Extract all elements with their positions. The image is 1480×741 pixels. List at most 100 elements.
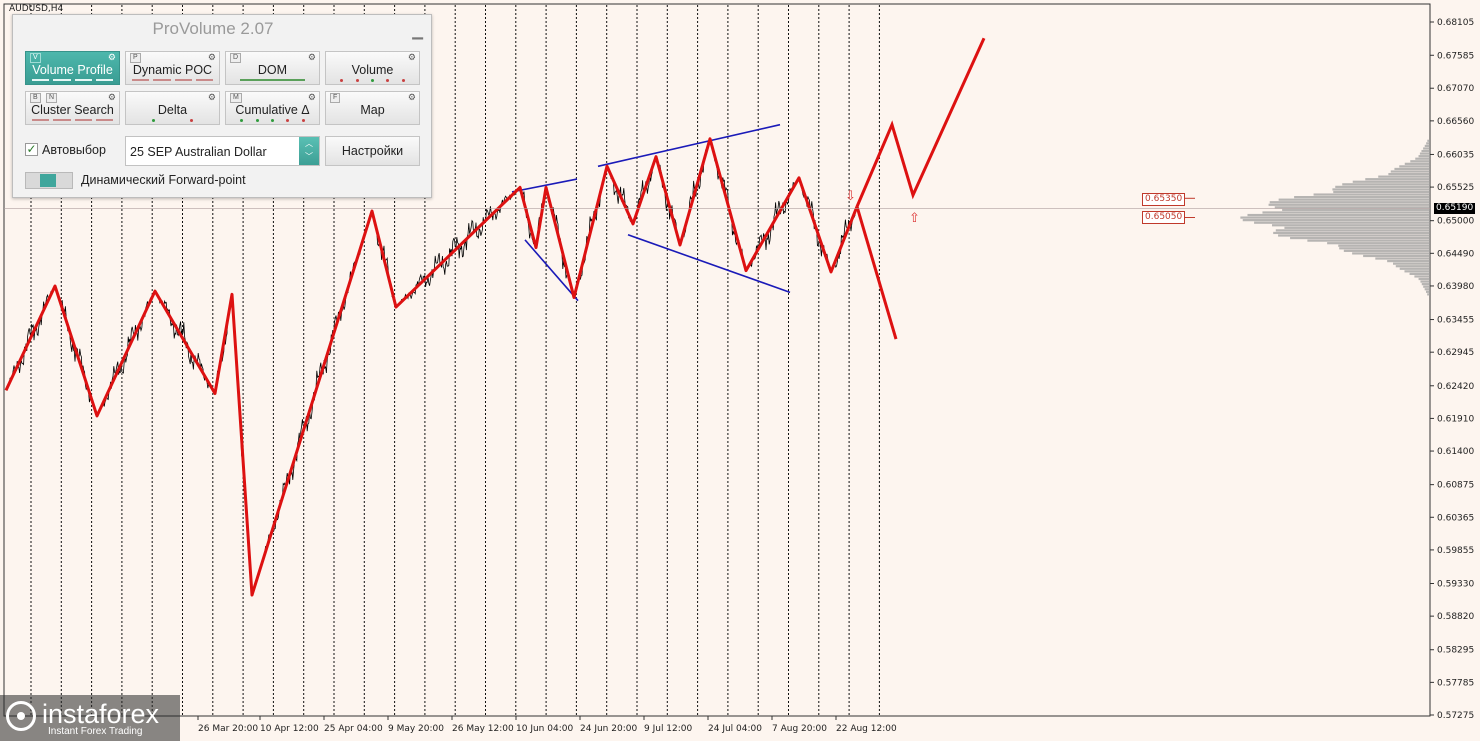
contract-value: 25 SEP Australian Dollar — [130, 145, 267, 159]
time-tick-label: 10 Apr 12:00 — [260, 724, 319, 734]
price-tick-label: 0.66560 — [1437, 117, 1474, 127]
price-tick-label: 0.62945 — [1437, 348, 1474, 358]
price-tick-label: 0.58295 — [1437, 646, 1474, 656]
indicator-bars — [32, 79, 113, 81]
price-tick-label: 0.60365 — [1437, 513, 1474, 523]
profile-bar — [1278, 198, 1430, 201]
panel-title: ProVolume 2.07 — [152, 19, 274, 38]
profile-bar — [1274, 206, 1430, 209]
cumulative-delta-button[interactable]: M ⚙ Cumulative Δ — [225, 91, 320, 125]
instaforex-logo: instaforex Instant Forex Trading — [0, 695, 180, 741]
button-label: Delta — [157, 103, 188, 117]
profile-bar — [1284, 226, 1430, 229]
profile-bar — [1338, 244, 1430, 247]
hotkey-badge: D — [230, 53, 242, 63]
auto-select-label: Автовыбор — [42, 143, 106, 157]
dom-button[interactable]: D ⚙ DOM — [225, 51, 320, 85]
auto-select-checkbox[interactable]: ✓ — [25, 143, 38, 156]
profile-bar — [1332, 188, 1430, 191]
logo-tagline: Instant Forex Trading — [48, 726, 143, 737]
profile-bar — [1426, 290, 1430, 293]
volume-profile-button[interactable]: V ⚙ Volume Profile — [25, 51, 120, 85]
level-tag-upper: 0.65350 — [1142, 193, 1186, 206]
volume-button[interactable]: ⚙ Volume — [325, 51, 420, 85]
spinner-arrows-icon[interactable]: ︿ ﹀ — [299, 137, 319, 165]
profile-bar — [1410, 160, 1430, 163]
indicator-bars — [32, 119, 113, 121]
profile-bar — [1390, 170, 1430, 173]
profile-bar — [1275, 229, 1430, 232]
level-tag-lower: 0.65050 — [1142, 211, 1186, 224]
price-tick-label: 0.66035 — [1437, 150, 1474, 160]
profile-bar — [1419, 152, 1430, 155]
time-tick-label: 24 Jun 20:00 — [580, 724, 637, 734]
gear-icon[interactable]: ⚙ — [208, 92, 216, 103]
profile-bar — [1378, 175, 1430, 178]
provolume-panel[interactable]: ProVolume 2.07 ▁ V ⚙ Volume Profile P ⚙ … — [12, 14, 432, 198]
minimize-icon[interactable]: ▁ — [412, 23, 423, 40]
profile-bar — [1399, 165, 1430, 168]
indicator-bars — [132, 79, 213, 81]
profile-bar — [1242, 219, 1430, 222]
profile-bar — [1327, 242, 1430, 245]
gear-icon[interactable]: ⚙ — [408, 92, 416, 103]
cluster-search-button[interactable]: B N ⚙ Cluster Search — [25, 91, 120, 125]
forward-point-label: Динамический Forward-point — [81, 173, 246, 187]
profile-bar — [1388, 172, 1430, 176]
profile-bar — [1342, 183, 1430, 186]
button-label: Volume Profile — [32, 63, 113, 77]
price-tick-label: 0.57785 — [1437, 678, 1474, 688]
toggle-knob — [40, 174, 56, 187]
map-button[interactable]: F ⚙ Map — [325, 91, 420, 125]
settings-button[interactable]: Настройки — [325, 136, 420, 166]
price-tick-label: 0.67070 — [1437, 84, 1474, 94]
forward-point-toggle[interactable] — [25, 172, 73, 189]
profile-bar — [1395, 265, 1430, 268]
profile-bar — [1404, 162, 1430, 165]
profile-bar — [1393, 262, 1430, 265]
profile-bar — [1333, 190, 1430, 194]
profile-bar — [1421, 149, 1430, 153]
profile-bar — [1423, 285, 1430, 288]
indicator-bars — [240, 79, 305, 81]
symbol-label: AUDUSD,H4 — [9, 4, 64, 14]
profile-bar — [1278, 234, 1430, 237]
time-tick-label: 10 Jun 04:00 — [516, 724, 573, 734]
profile-bar — [1272, 224, 1430, 227]
delta-button[interactable]: ⚙ Delta — [125, 91, 220, 125]
price-tick-label: 0.63980 — [1437, 282, 1474, 292]
profile-bar — [1399, 267, 1430, 270]
price-tick-label: 0.62420 — [1437, 382, 1474, 392]
time-tick-label: 22 Aug 12:00 — [836, 724, 897, 734]
price-tick-label: 0.59330 — [1437, 580, 1474, 590]
contract-select[interactable]: 25 SEP Australian Dollar ︿ ﹀ — [125, 136, 320, 166]
gear-icon[interactable]: ⚙ — [308, 52, 316, 63]
gear-icon[interactable]: ⚙ — [408, 52, 416, 63]
button-label: Cumulative Δ — [235, 103, 310, 117]
arrow-up-icon: ⇧ — [909, 211, 920, 226]
profile-bar — [1290, 236, 1430, 240]
price-tick-label: 0.64490 — [1437, 249, 1474, 259]
button-label: Map — [360, 103, 385, 117]
profile-bar — [1262, 211, 1430, 214]
indicator-dots — [134, 119, 211, 122]
gear-icon[interactable]: ⚙ — [108, 92, 116, 103]
profile-bar — [1415, 157, 1430, 160]
profile-bar — [1352, 180, 1430, 183]
dynamic-poc-button[interactable]: P ⚙ Dynamic POC — [125, 51, 220, 85]
hotkey-badge: B — [30, 93, 41, 103]
price-tick-label: 0.68105 — [1437, 18, 1474, 28]
profile-bar — [1240, 216, 1430, 219]
profile-bar — [1363, 254, 1430, 258]
time-tick-label: 9 May 20:00 — [388, 724, 444, 734]
gear-icon[interactable]: ⚙ — [308, 92, 316, 103]
price-tick-label: 0.65000 — [1437, 217, 1474, 227]
profile-bar — [1282, 208, 1430, 212]
profile-bar — [1404, 270, 1430, 273]
profile-bar — [1307, 239, 1430, 242]
profile-bar — [1294, 196, 1430, 199]
price-tick-label: 0.61400 — [1437, 447, 1474, 457]
time-tick-label: 26 May 12:00 — [452, 724, 514, 734]
gear-icon[interactable]: ⚙ — [108, 52, 116, 63]
gear-icon[interactable]: ⚙ — [208, 52, 216, 63]
